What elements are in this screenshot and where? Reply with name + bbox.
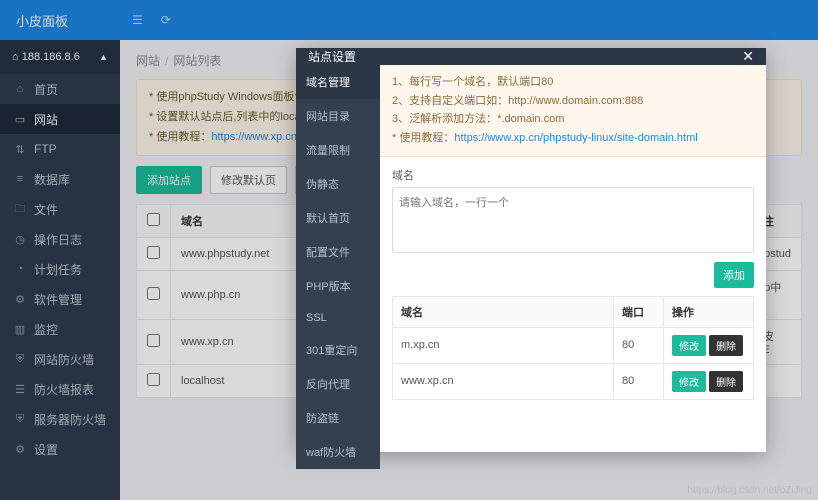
- delete-domain-button[interactable]: 删除: [709, 371, 743, 392]
- modal-title: 站点设置: [308, 48, 356, 65]
- delete-domain-button[interactable]: 删除: [709, 335, 743, 356]
- modal-tab-10[interactable]: 防盗链: [296, 401, 380, 435]
- modal-tab-11[interactable]: waf防火墙: [296, 435, 380, 469]
- edit-domain-button[interactable]: 修改: [672, 371, 706, 392]
- modal-tab-8[interactable]: 301重定向: [296, 333, 380, 367]
- modal-tab-3[interactable]: 伪静态: [296, 167, 380, 201]
- modal-tab-5[interactable]: 配置文件: [296, 235, 380, 269]
- modal-tab-4[interactable]: 默认首页: [296, 201, 380, 235]
- site-settings-modal: 站点设置 ✕ 域名管理网站目录流量限制伪静态默认首页配置文件PHP版本SSL30…: [296, 48, 766, 452]
- modal-tab-0[interactable]: 域名管理: [296, 65, 380, 99]
- edit-domain-button[interactable]: 修改: [672, 335, 706, 356]
- domain-label: 域名: [392, 167, 754, 183]
- modal-tab-9[interactable]: 反向代理: [296, 367, 380, 401]
- modal-tab-2[interactable]: 流量限制: [296, 133, 380, 167]
- modal-tip: 1、每行写一个域名，默认端口80 2、支持自定义端口如：http://www.d…: [380, 65, 766, 157]
- add-domain-button[interactable]: 添加: [714, 262, 754, 288]
- domain-table: 域名 端口 操作 m.xp.cn80修改 删除www.xp.cn80修改 删除: [392, 296, 754, 400]
- domain-row: www.xp.cn80修改 删除: [393, 363, 754, 399]
- close-icon[interactable]: ✕: [742, 48, 754, 65]
- watermark: https://blog.csdn.net/oZiJing: [687, 485, 812, 496]
- domain-textarea[interactable]: [392, 187, 754, 253]
- modal-tab-1[interactable]: 网站目录: [296, 99, 380, 133]
- domain-row: m.xp.cn80修改 删除: [393, 327, 754, 363]
- modal-tab-6[interactable]: PHP版本: [296, 269, 380, 303]
- modal-sidebar: 域名管理网站目录流量限制伪静态默认首页配置文件PHP版本SSL301重定向反向代…: [296, 65, 380, 469]
- modal-tab-7[interactable]: SSL: [296, 303, 380, 333]
